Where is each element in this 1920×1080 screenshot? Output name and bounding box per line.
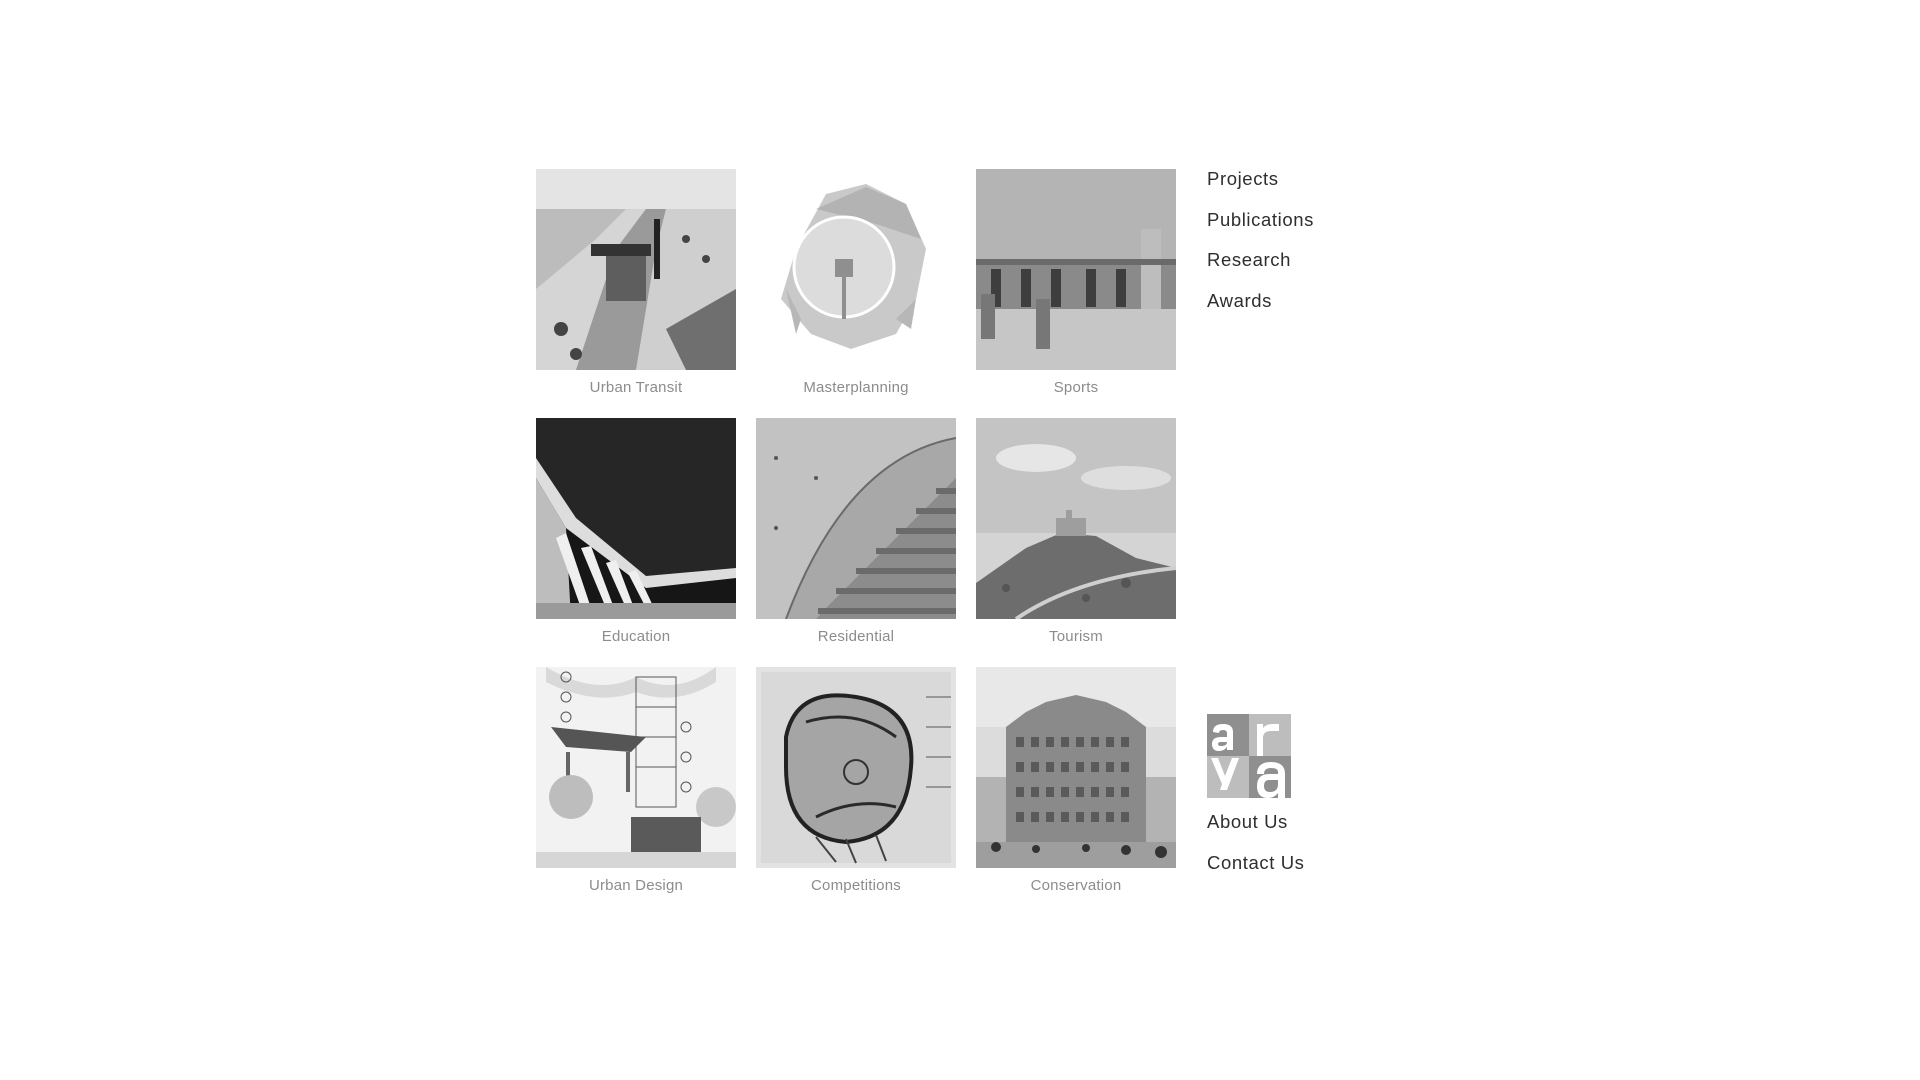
urban-design-collage[interactable] [536,667,736,868]
nav-link-contact-us[interactable]: Contact Us [1207,851,1305,892]
nav-link-publications[interactable]: Publications [1207,208,1314,249]
urban-transit-photo[interactable] [536,169,736,370]
category-label[interactable]: Competitions [756,877,956,894]
competition-sketch[interactable] [756,667,956,868]
masterplan-diagram[interactable] [756,169,956,370]
category-label[interactable]: Urban Transit [536,379,736,396]
category-tile-residential[interactable]: Residential [756,418,956,645]
nav-link-about-us[interactable]: About Us [1207,810,1305,851]
arya-logo[interactable] [1207,714,1291,798]
main-nav: Projects Publications Research Awards [1207,167,1314,329]
category-label[interactable]: Sports [976,379,1176,396]
category-tile-competitions[interactable]: Competitions [756,667,956,894]
category-tile-urban-transit[interactable]: Urban Transit [536,169,736,396]
sports-building-photo[interactable] [976,169,1176,370]
secondary-nav: About Us Contact Us [1207,810,1305,891]
category-tile-tourism[interactable]: Tourism [976,418,1176,645]
category-label[interactable]: Education [536,628,736,645]
category-label[interactable]: Masterplanning [756,379,956,396]
category-label[interactable]: Conservation [976,877,1176,894]
education-canopy-photo[interactable] [536,418,736,619]
concrete-stairs-photo[interactable] [756,418,956,619]
category-tile-sports[interactable]: Sports [976,169,1176,396]
nav-link-awards[interactable]: Awards [1207,289,1314,330]
hill-fort-photo[interactable] [976,418,1176,619]
category-tile-education[interactable]: Education [536,418,736,645]
nav-link-projects[interactable]: Projects [1207,167,1314,208]
category-label[interactable]: Residential [756,628,956,645]
category-label[interactable]: Urban Design [536,877,736,894]
heritage-facade-photo[interactable] [976,667,1176,868]
category-tile-masterplanning[interactable]: Masterplanning [756,169,956,396]
nav-link-research[interactable]: Research [1207,248,1314,289]
category-tile-conservation[interactable]: Conservation [976,667,1176,894]
category-tile-urban-design[interactable]: Urban Design [536,667,736,894]
category-label[interactable]: Tourism [976,628,1176,645]
